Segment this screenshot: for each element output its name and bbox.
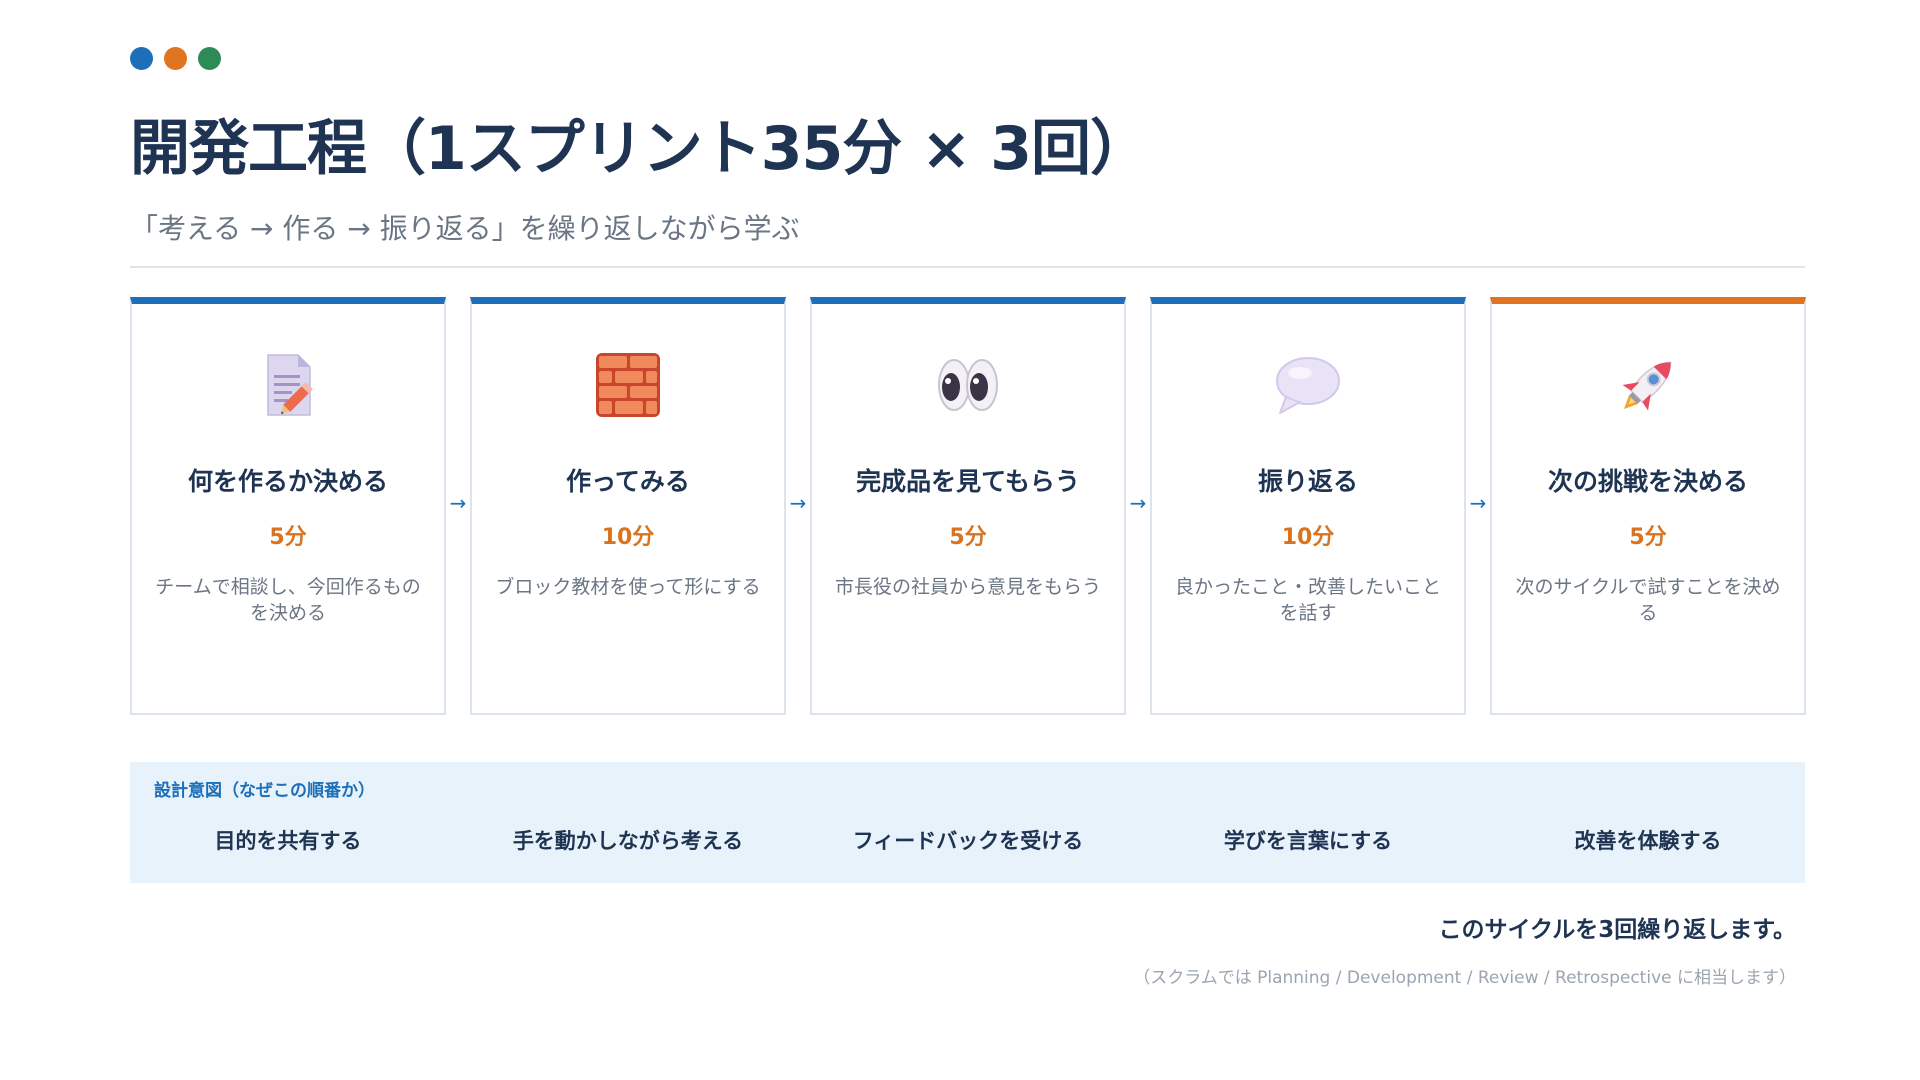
scrum-note: （スクラムでは Planning / Development / Review … bbox=[1133, 968, 1796, 988]
orange-dot bbox=[164, 47, 187, 70]
step-arrow: → bbox=[1469, 491, 1487, 515]
step-card-retrospect: 振り返る 10分 良かったこと・改善したいことを話す bbox=[1150, 297, 1466, 715]
rocket-icon bbox=[1492, 349, 1804, 421]
slide: 開発工程（1スプリント35分 × 3回） 「考える → 作る → 振り返る」を繰… bbox=[0, 0, 1920, 1080]
step-arrow: → bbox=[789, 491, 807, 515]
brick-icon bbox=[472, 349, 784, 421]
step-arrow: → bbox=[1129, 491, 1147, 515]
cycle-repeat-text: このサイクルを3回繰り返します。 bbox=[1438, 917, 1796, 943]
step-duration: 5分 bbox=[949, 525, 987, 550]
design-intent-item: 目的を共有する bbox=[214, 829, 362, 853]
design-intent-item: 改善を体験する bbox=[1574, 829, 1722, 853]
eyes-icon bbox=[812, 349, 1124, 421]
step-title: 完成品を見てもらう bbox=[856, 467, 1080, 496]
step-duration: 5分 bbox=[1629, 525, 1667, 550]
step-card-next: 次の挑戦を決める 5分 次のサイクルで試すことを決める bbox=[1490, 297, 1806, 715]
step-description: 市長役の社員から意見をもらう bbox=[834, 576, 1101, 598]
memo-pencil-icon bbox=[132, 349, 444, 421]
design-intent-item: 手を動かしながら考える bbox=[512, 829, 744, 853]
page-subtitle: 「考える → 作る → 振り返る」を繰り返しながら学ぶ bbox=[130, 212, 800, 245]
step-card-build: 作ってみる 10分 ブロック教材を使って形にする bbox=[470, 297, 786, 715]
step-card-review: 完成品を見てもらう 5分 市長役の社員から意見をもらう bbox=[810, 297, 1126, 715]
design-intent-label: 設計意図（なぜこの順番か） bbox=[154, 781, 375, 801]
step-arrow: → bbox=[449, 491, 467, 515]
header-divider bbox=[130, 266, 1805, 268]
page-title: 開発工程（1スプリント35分 × 3回） bbox=[130, 114, 1150, 184]
step-title: 何を作るか決める bbox=[187, 467, 388, 496]
step-description: 次のサイクルで試すことを決める bbox=[1515, 576, 1781, 624]
step-description: ブロック教材を使って形にする bbox=[495, 576, 761, 598]
design-intent-item: フィードバックを受ける bbox=[852, 829, 1084, 853]
step-card-plan: 何を作るか決める 5分 チームで相談し、今回作るものを決める bbox=[130, 297, 446, 715]
design-intent-item: 学びを言葉にする bbox=[1223, 829, 1393, 853]
blue-dot bbox=[130, 47, 153, 70]
step-description: 良かったこと・改善したいことを話す bbox=[1174, 576, 1441, 624]
process-steps: 何を作るか決める 5分 チームで相談し、今回作るものを決める 作ってみる 10分… bbox=[130, 297, 1806, 715]
step-title: 振り返る bbox=[1257, 467, 1358, 496]
step-description: チームで相談し、今回作るものを決める bbox=[155, 576, 421, 624]
design-intent-panel: 設計意図（なぜこの順番か） 目的を共有する 手を動かしながら考える フィードバッ… bbox=[130, 762, 1805, 883]
step-duration: 10分 bbox=[1281, 525, 1335, 550]
step-duration: 10分 bbox=[601, 525, 655, 550]
green-dot bbox=[198, 47, 221, 70]
step-duration: 5分 bbox=[269, 525, 307, 550]
step-title: 作ってみる bbox=[566, 467, 690, 496]
window-dots bbox=[130, 47, 221, 70]
speech-bubble-icon bbox=[1152, 349, 1464, 421]
step-title: 次の挑戦を決める bbox=[1547, 467, 1748, 496]
